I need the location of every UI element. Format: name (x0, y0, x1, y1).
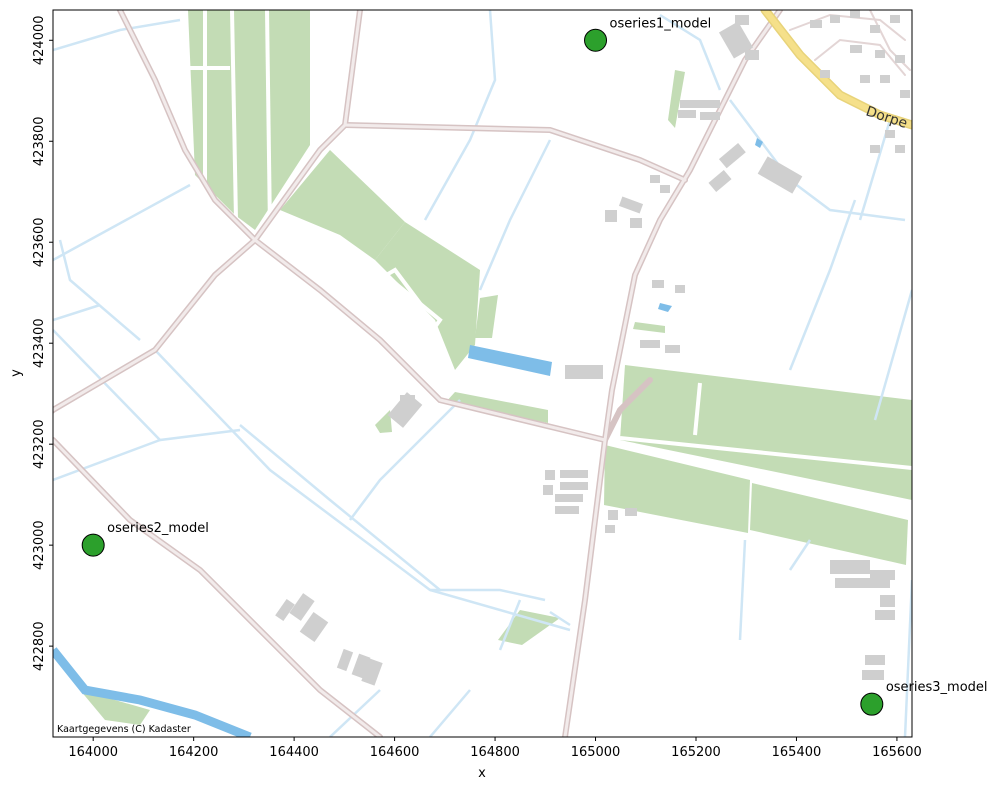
x-tick-label: 165600 (872, 745, 922, 760)
y-tick-label: 423200 (32, 419, 47, 469)
y-tick-label: 423600 (32, 217, 47, 267)
map-figure: Dorpe Kaartgegevens (C) Kadaster 164000 1… (9, 9, 988, 781)
x-tick-label: 165000 (571, 745, 621, 760)
map-attribution: Kaartgegevens (C) Kadaster (57, 724, 191, 735)
observation-label: oseries2_model (107, 521, 209, 536)
basemap: Dorpe Kaartgegevens (C) Kadaster (53, 10, 912, 737)
observation-marker[interactable] (81, 533, 105, 557)
y-tick-label: 422800 (32, 621, 47, 671)
y-tick-label: 423400 (32, 318, 47, 368)
y-axis: 422800 423000 423200 423400 423600 423800 4240… (32, 15, 53, 671)
y-axis-label: y (9, 369, 24, 377)
x-tick-label: 165400 (772, 745, 822, 760)
y-tick-label: 424000 (32, 15, 47, 65)
observation-label: oseries3_model (886, 680, 988, 695)
x-tick-label: 164000 (68, 745, 118, 760)
x-tick-label: 164600 (370, 745, 420, 760)
x-tick-label: 165200 (671, 745, 721, 760)
y-tick-label: 423000 (32, 520, 47, 570)
y-tick-label: 423800 (32, 116, 47, 166)
observation-marker[interactable] (584, 28, 608, 52)
observation-marker[interactable] (860, 692, 884, 716)
x-axis: 164000 164200 164400 164600 164800 165000 1652… (68, 737, 922, 760)
observation-label: oseries1_model (610, 16, 712, 31)
x-tick-label: 164200 (169, 745, 219, 760)
x-axis-label: x (478, 766, 486, 781)
x-tick-label: 164400 (269, 745, 319, 760)
x-tick-label: 164800 (470, 745, 520, 760)
